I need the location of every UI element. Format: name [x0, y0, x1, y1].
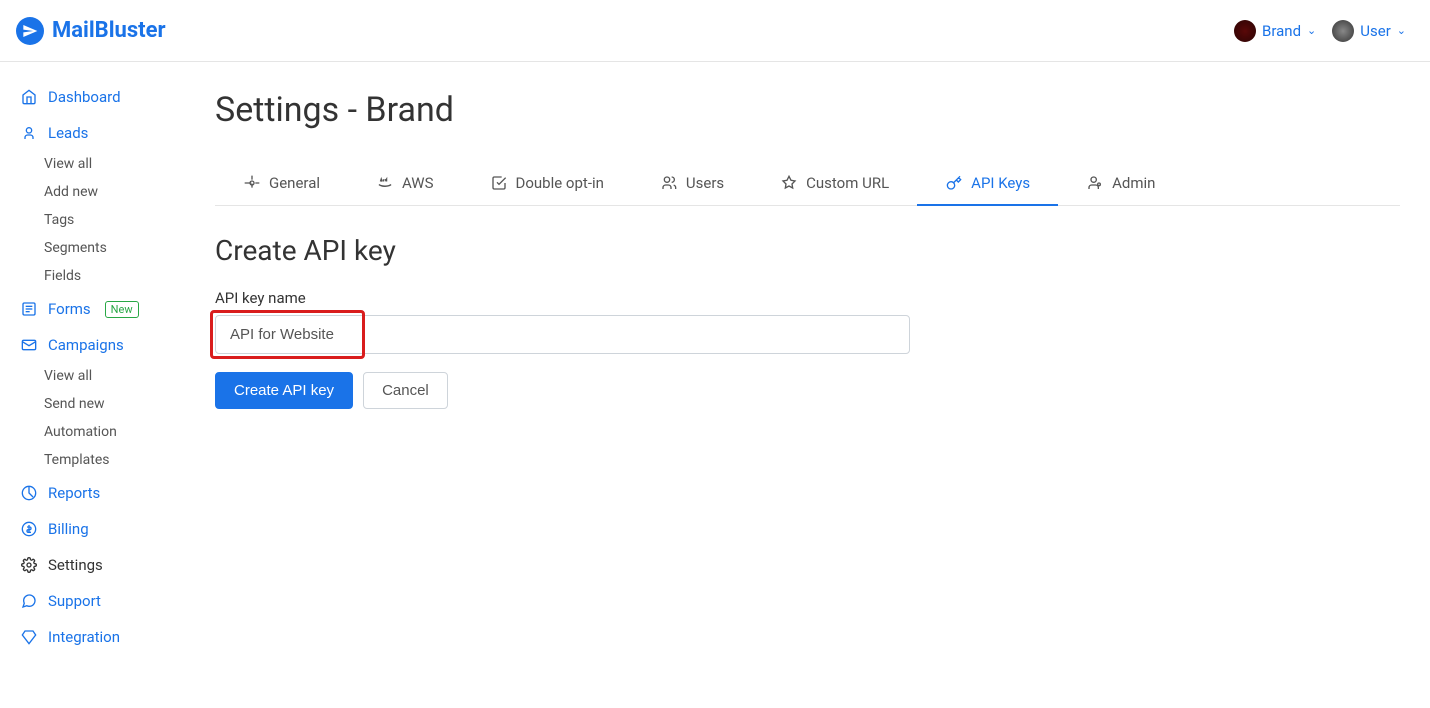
sidebar-item-billing[interactable]: Billing	[16, 512, 185, 546]
logo-icon	[16, 17, 44, 45]
tabs: General AWS Double opt-in Users	[215, 162, 1400, 206]
tab-label: Users	[686, 174, 724, 192]
sidebar-item-label: Billing	[48, 520, 89, 538]
link-icon	[780, 174, 798, 192]
sidebar-subitem-sendnew[interactable]: Send new	[44, 390, 185, 418]
sidebar-subitem-tags[interactable]: Tags	[44, 206, 185, 234]
sidebar-subitem-addnew[interactable]: Add new	[44, 178, 185, 206]
user-dropdown[interactable]: User ⌄	[1332, 20, 1406, 42]
tab-admin[interactable]: Admin	[1058, 162, 1183, 206]
header: MailBluster Brand ⌄ User ⌄	[0, 0, 1430, 62]
sidebar-item-integration[interactable]: Integration	[16, 620, 185, 654]
gear-icon	[20, 556, 38, 574]
sidebar-item-label: Integration	[48, 628, 120, 646]
create-api-key-button[interactable]: Create API key	[215, 372, 353, 409]
tab-label: API Keys	[971, 174, 1030, 192]
cancel-button[interactable]: Cancel	[363, 372, 448, 409]
sidebar-item-label: Dashboard	[48, 88, 121, 106]
logo-text: MailBluster	[52, 18, 166, 43]
tab-label: Custom URL	[806, 174, 889, 192]
sidebar-item-label: Reports	[48, 484, 100, 502]
sidebar-subitem-automation[interactable]: Automation	[44, 418, 185, 446]
chat-icon	[20, 592, 38, 610]
diamond-icon	[20, 628, 38, 646]
campaigns-subitems: View all Send new Automation Templates	[16, 362, 185, 474]
sidebar-subitem-templates[interactable]: Templates	[44, 446, 185, 474]
sidebar-item-reports[interactable]: Reports	[16, 476, 185, 510]
chevron-down-icon: ⌄	[1397, 24, 1406, 37]
section-title: Create API key	[215, 234, 1400, 267]
check-icon	[490, 174, 508, 192]
sidebar-item-label: Campaigns	[48, 336, 124, 354]
sidebar-item-label: Forms	[48, 300, 91, 318]
sidebar-item-leads[interactable]: Leads	[16, 116, 185, 150]
sidebar-item-forms[interactable]: Forms New	[16, 292, 185, 326]
sidebar-subitem-fields[interactable]: Fields	[44, 262, 185, 290]
home-icon	[20, 88, 38, 106]
tab-label: Double opt-in	[516, 174, 604, 192]
dollar-icon	[20, 520, 38, 538]
api-key-name-input[interactable]	[215, 315, 910, 354]
tab-double-opt-in[interactable]: Double opt-in	[462, 162, 632, 206]
sidebar-item-support[interactable]: Support	[16, 584, 185, 618]
user-icon	[20, 124, 38, 142]
admin-icon	[1086, 174, 1104, 192]
tab-custom-url[interactable]: Custom URL	[752, 162, 917, 206]
tab-api-keys[interactable]: API Keys	[917, 162, 1058, 206]
sidebar: Dashboard Leads View all Add new Tags Se…	[0, 62, 185, 708]
brand-label: Brand	[1262, 22, 1301, 40]
logo[interactable]: MailBluster	[16, 17, 166, 45]
main-content: Settings - Brand General AWS Double opt-…	[185, 62, 1430, 708]
sidebar-item-settings[interactable]: Settings	[16, 548, 185, 582]
sidebar-item-campaigns[interactable]: Campaigns	[16, 328, 185, 362]
envelope-icon	[20, 336, 38, 354]
tab-users[interactable]: Users	[632, 162, 752, 206]
user-avatar	[1332, 20, 1354, 42]
sidebar-subitem-viewall[interactable]: View all	[44, 362, 185, 390]
brand-dropdown[interactable]: Brand ⌄	[1234, 20, 1316, 42]
sidebar-subitem-segments[interactable]: Segments	[44, 234, 185, 262]
aws-icon	[376, 174, 394, 192]
sidebar-subitem-viewall[interactable]: View all	[44, 150, 185, 178]
users-icon	[660, 174, 678, 192]
button-row: Create API key Cancel	[215, 372, 1400, 409]
input-wrap	[215, 315, 910, 354]
tab-label: General	[269, 174, 320, 192]
tab-label: Admin	[1112, 174, 1155, 192]
user-label: User	[1360, 22, 1391, 40]
sidebar-item-label: Support	[48, 592, 101, 610]
sidebar-item-label: Settings	[48, 556, 103, 574]
chart-icon	[20, 484, 38, 502]
form-icon	[20, 300, 38, 318]
new-badge: New	[105, 301, 139, 318]
tab-general[interactable]: General	[215, 162, 348, 206]
key-icon	[945, 174, 963, 192]
leads-subitems: View all Add new Tags Segments Fields	[16, 150, 185, 290]
sidebar-item-dashboard[interactable]: Dashboard	[16, 80, 185, 114]
tab-aws[interactable]: AWS	[348, 162, 462, 206]
form-label: API key name	[215, 289, 1400, 307]
sidebar-item-label: Leads	[48, 124, 88, 142]
gear-icon	[243, 174, 261, 192]
brand-avatar	[1234, 20, 1256, 42]
chevron-down-icon: ⌄	[1307, 24, 1316, 37]
header-right: Brand ⌄ User ⌄	[1234, 20, 1406, 42]
tab-label: AWS	[402, 174, 434, 192]
page-title: Settings - Brand	[215, 90, 1400, 130]
